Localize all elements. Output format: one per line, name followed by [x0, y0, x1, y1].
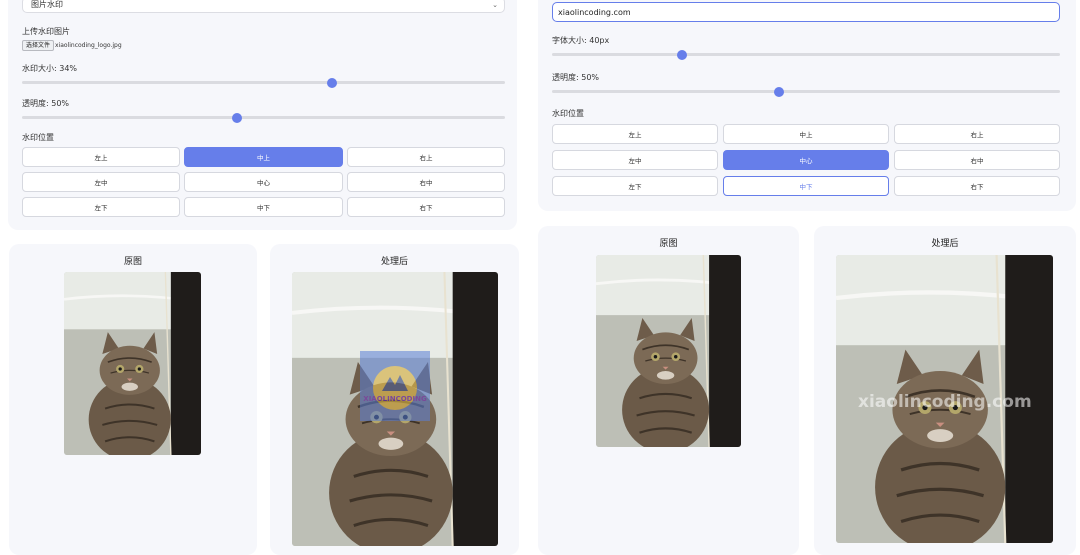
right-position-center[interactable]: 中心 [723, 150, 889, 170]
font-size-thumb[interactable] [677, 50, 687, 60]
right-opacity-slider[interactable] [552, 90, 1060, 93]
right-position-bottom-center[interactable]: 中下 [723, 176, 889, 196]
right-original-photo [596, 255, 741, 447]
position-top-right[interactable]: 右上 [347, 147, 505, 167]
watermark-logo-image: XIAOLINCODING [360, 351, 430, 421]
watermark-size-thumb[interactable] [327, 78, 337, 88]
watermark-text-overlay: xiaolincoding.com [858, 392, 1032, 412]
file-name: xiaolincoding_logo.jpg [55, 42, 122, 49]
right-position-middle-right[interactable]: 右中 [894, 150, 1060, 170]
right-position-middle-left[interactable]: 左中 [552, 150, 718, 170]
opacity-label: 透明度: 50% [22, 99, 70, 108]
original-title: 原图 [123, 257, 142, 267]
position-top-left[interactable]: 左上 [22, 147, 180, 167]
position-middle-right[interactable]: 右中 [347, 172, 505, 192]
watermark-logo-text: XIAOLINCODING [363, 395, 427, 403]
right-opacity-thumb[interactable] [774, 87, 784, 97]
chevron-down-icon: ⌄ [492, 1, 498, 9]
left-original-photo [64, 272, 201, 455]
position-bottom-left[interactable]: 左下 [22, 197, 180, 217]
opacity-thumb[interactable] [232, 113, 242, 123]
position-center[interactable]: 中心 [184, 172, 343, 192]
opacity-slider[interactable] [22, 116, 505, 119]
processed-title: 处理后 [380, 257, 408, 267]
right-position-label: 水印位置 [552, 109, 584, 118]
upload-watermark-label: 上传水印图片 [22, 27, 70, 36]
watermark-type-select[interactable]: 图片水印 ⌄ [22, 0, 505, 13]
right-opacity-label: 透明度: 50% [552, 73, 600, 82]
right-position-bottom-right[interactable]: 右下 [894, 176, 1060, 196]
font-size-label: 字体大小: 40px [552, 36, 610, 45]
position-top-center[interactable]: 中上 [184, 147, 343, 167]
position-bottom-center[interactable]: 中下 [184, 197, 343, 217]
left-settings-panel [8, 0, 517, 230]
watermark-text-input[interactable]: xiaolincoding.com [552, 2, 1060, 22]
position-bottom-right[interactable]: 右下 [347, 197, 505, 217]
watermark-size-label: 水印大小: 34% [22, 64, 78, 73]
right-position-bottom-left[interactable]: 左下 [552, 176, 718, 196]
right-position-top-right[interactable]: 右上 [894, 124, 1060, 144]
right-processed-title: 处理后 [931, 239, 959, 249]
right-position-top-left[interactable]: 左上 [552, 124, 718, 144]
watermark-position-label: 水印位置 [22, 133, 54, 142]
position-middle-left[interactable]: 左中 [22, 172, 180, 192]
watermark-size-slider[interactable] [22, 81, 505, 84]
right-original-title: 原图 [659, 239, 678, 249]
font-size-slider[interactable] [552, 53, 1060, 56]
watermark-type-value: 图片水印 [31, 0, 63, 9]
right-position-top-center[interactable]: 中上 [723, 124, 889, 144]
choose-file-button[interactable]: 选择文件 [22, 40, 55, 51]
